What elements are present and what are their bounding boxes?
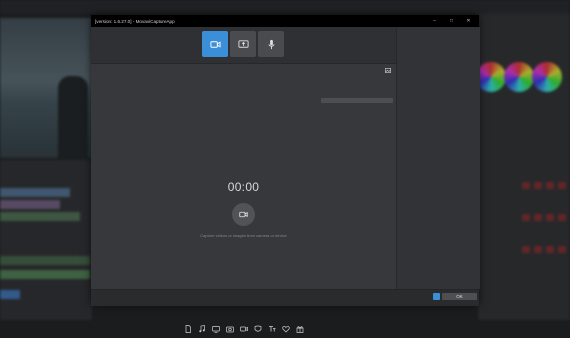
color-wheel-icon bbox=[504, 62, 534, 92]
video-camera-icon[interactable] bbox=[239, 325, 248, 334]
text-title-icon[interactable] bbox=[267, 325, 276, 334]
microphone-icon bbox=[267, 39, 275, 49]
background-video-preview bbox=[0, 18, 92, 166]
window-title: [version: 1.6.27.0] - MovaviCaptureApp bbox=[95, 18, 175, 24]
effects-toolbar bbox=[91, 320, 396, 338]
recording-timer: 00:00 bbox=[227, 180, 260, 194]
background-button bbox=[522, 246, 530, 253]
ok-button[interactable]: OK bbox=[442, 293, 477, 300]
background-button bbox=[558, 246, 566, 253]
window-controls: – □ ✕ bbox=[426, 15, 477, 27]
timeline-track bbox=[0, 270, 90, 279]
video-mode-button[interactable] bbox=[202, 31, 228, 57]
background-color-panel bbox=[476, 14, 570, 320]
record-button[interactable] bbox=[232, 203, 255, 226]
gift-icon[interactable] bbox=[295, 325, 304, 334]
background-button bbox=[546, 214, 554, 221]
close-button[interactable]: ✕ bbox=[460, 15, 477, 27]
capture-preview-area: 00:00 Capture videos or images from came… bbox=[91, 63, 396, 333]
background-button bbox=[534, 214, 542, 221]
audio-mode-button[interactable] bbox=[258, 31, 284, 57]
document-icon[interactable] bbox=[183, 325, 192, 334]
music-note-icon[interactable] bbox=[197, 325, 206, 334]
title-bar: [version: 1.6.27.0] - MovaviCaptureApp –… bbox=[91, 15, 479, 27]
screen-mode-button[interactable] bbox=[230, 31, 256, 57]
timeline-track bbox=[0, 200, 60, 209]
mask-icon[interactable] bbox=[253, 325, 262, 334]
hearts-icon[interactable] bbox=[281, 325, 290, 334]
background-button bbox=[546, 182, 554, 189]
monitor-icon[interactable] bbox=[211, 325, 220, 334]
capture-source-selector[interactable] bbox=[321, 98, 393, 103]
video-camera-icon bbox=[209, 40, 221, 48]
timeline-track bbox=[0, 290, 20, 299]
background-toolbar bbox=[0, 0, 570, 14]
background-button bbox=[546, 246, 554, 253]
background-preview-figure bbox=[58, 76, 88, 166]
background-button bbox=[534, 182, 542, 189]
color-wheel-icon bbox=[532, 62, 562, 92]
background-timeline bbox=[0, 160, 92, 320]
color-wheel-icon bbox=[476, 62, 506, 92]
minimize-button[interactable]: – bbox=[426, 15, 443, 27]
video-camera-icon bbox=[239, 211, 248, 218]
maximize-button[interactable]: □ bbox=[443, 15, 460, 27]
camera-icon[interactable] bbox=[225, 325, 234, 334]
capture-mode-bar bbox=[91, 27, 396, 62]
background-button bbox=[522, 214, 530, 221]
window-footer bbox=[91, 289, 479, 306]
options-toggle[interactable] bbox=[433, 293, 440, 300]
background-button bbox=[534, 246, 542, 253]
capture-window: [version: 1.6.27.0] - MovaviCaptureApp –… bbox=[91, 15, 480, 333]
gallery-icon[interactable] bbox=[385, 68, 391, 73]
timeline-track bbox=[0, 188, 70, 197]
screen-capture-icon bbox=[237, 39, 249, 48]
background-button bbox=[522, 182, 530, 189]
background-button bbox=[558, 214, 566, 221]
timeline-track bbox=[0, 256, 90, 265]
side-panel bbox=[396, 27, 480, 289]
capture-hint-text: Capture videos or images from camera or … bbox=[200, 233, 287, 238]
background-button bbox=[558, 182, 566, 189]
timeline-track bbox=[0, 212, 80, 221]
